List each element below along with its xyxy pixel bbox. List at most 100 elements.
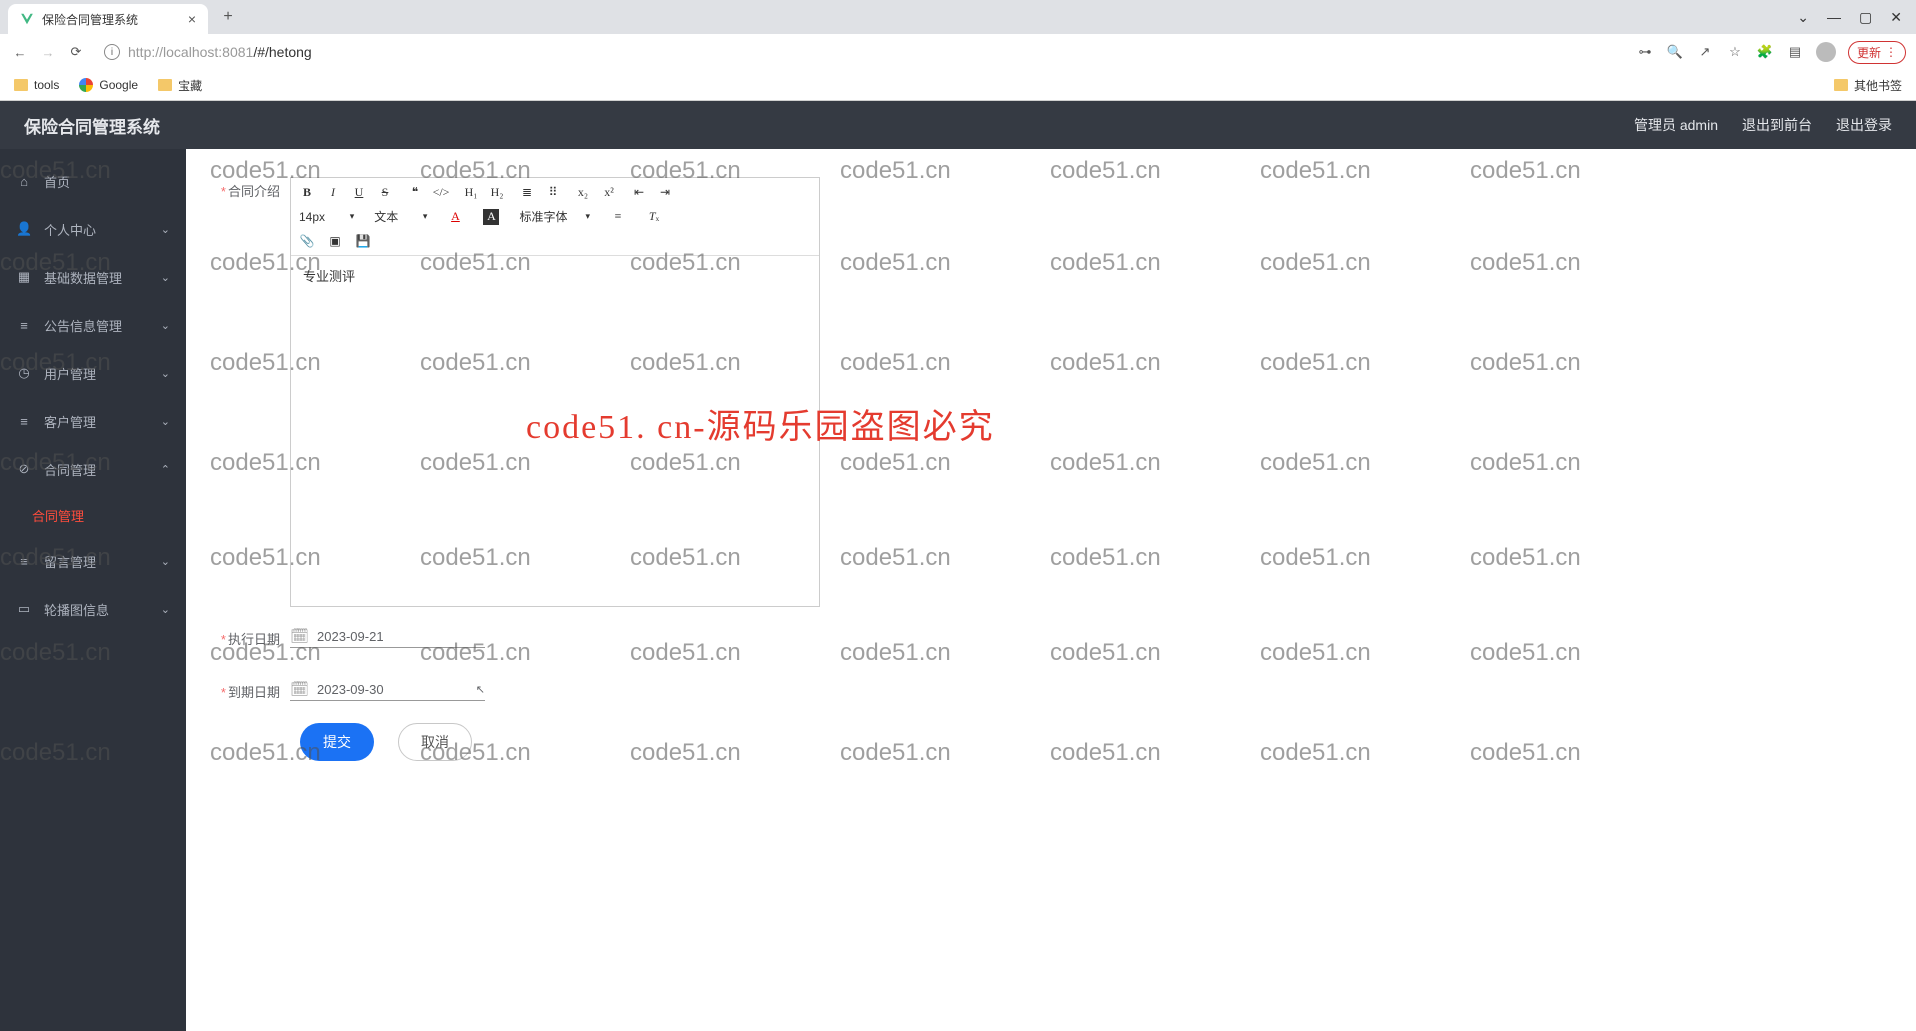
- due-date-input[interactable]: 🗓 2023-09-30 ↖: [290, 678, 485, 701]
- url-text: http://localhost:8081/#/hetong: [128, 44, 312, 60]
- italic-icon[interactable]: I: [325, 184, 341, 200]
- submit-button[interactable]: 提交: [300, 723, 374, 761]
- person-icon: 👤: [16, 221, 32, 237]
- star-icon[interactable]: ☆: [1726, 44, 1744, 60]
- close-tab-icon[interactable]: ×: [188, 11, 196, 27]
- cursor-icon: ↖: [476, 683, 485, 696]
- row-due-date: *到期日期 🗓 2023-09-30 ↖: [210, 678, 1892, 701]
- zoom-icon[interactable]: 🔍: [1666, 44, 1684, 60]
- sidebar-item-customers[interactable]: ≡客户管理⌄: [0, 397, 186, 445]
- editor-body[interactable]: 专业测评: [291, 256, 819, 606]
- image-insert-icon[interactable]: ▣: [327, 233, 343, 249]
- sidebar-item-users[interactable]: ◷用户管理⌄: [0, 349, 186, 397]
- sidebar-subitem-contract-mgmt[interactable]: 合同管理: [0, 493, 186, 537]
- indent-icon[interactable]: ⇥: [657, 184, 673, 200]
- folder-icon: [158, 79, 172, 91]
- exec-date-input[interactable]: 🗓 2023-09-21: [290, 625, 485, 648]
- database-icon: ▦: [16, 269, 32, 285]
- exec-date-value: 2023-09-21: [317, 629, 384, 644]
- tab-bar: 保险合同管理系统 × + ⌄ — ▢ ✕: [0, 0, 1916, 34]
- bookmark-bar: tools Google 宝藏 其他书签: [0, 70, 1916, 100]
- superscript-icon[interactable]: x²: [601, 184, 617, 200]
- logout-front-link[interactable]: 退出到前台: [1742, 115, 1812, 135]
- extensions-icon[interactable]: 🧩: [1756, 44, 1774, 60]
- folder-icon: [1834, 79, 1848, 91]
- chevron-down-icon: ⌄: [161, 603, 170, 616]
- list-icon: ≡: [16, 414, 32, 429]
- font-family-select[interactable]: 标准字体 ▾: [519, 208, 590, 225]
- sidebar-item-home[interactable]: ⌂首页: [0, 157, 186, 205]
- ordered-list-icon[interactable]: ≣: [519, 184, 535, 200]
- window-controls: ⌄ — ▢ ✕: [1783, 9, 1916, 26]
- bookmark-baozang[interactable]: 宝藏: [158, 77, 202, 94]
- app-title: 保险合同管理系统: [24, 113, 160, 138]
- outdent-icon[interactable]: ⇤: [631, 184, 647, 200]
- clear-format-icon[interactable]: Tₓ: [646, 209, 662, 225]
- chevron-down-icon: ⌄: [161, 223, 170, 236]
- text-type-select[interactable]: 文本 ▾: [374, 208, 427, 225]
- bookmark-google[interactable]: Google: [79, 78, 138, 92]
- rich-text-editor: B I U S ❝ </> H₁ H₂ ≣ ⠿: [290, 177, 820, 607]
- label-exec-date: *执行日期: [210, 625, 290, 648]
- subscript-icon[interactable]: x₂: [575, 184, 591, 200]
- font-color-icon[interactable]: A: [447, 209, 463, 225]
- align-icon[interactable]: ≡: [610, 209, 626, 225]
- bg-color-icon[interactable]: A: [483, 209, 499, 225]
- main-content: *合同介绍 B I U S ❝ </> H₁ H₂: [186, 149, 1916, 1031]
- attachment-icon[interactable]: 📎: [299, 233, 315, 249]
- back-icon[interactable]: ←: [10, 42, 30, 62]
- h2-icon[interactable]: H₂: [489, 184, 505, 200]
- profile-avatar-icon[interactable]: [1816, 42, 1836, 62]
- label-due-date: *到期日期: [210, 678, 290, 701]
- bold-icon[interactable]: B: [299, 184, 315, 200]
- sidebar-item-notice[interactable]: ≡公告信息管理⌄: [0, 301, 186, 349]
- bookmark-other[interactable]: 其他书签: [1834, 77, 1902, 94]
- save-icon[interactable]: 💾: [355, 233, 371, 249]
- panel-icon[interactable]: ▤: [1786, 44, 1804, 60]
- list-icon: ≡: [16, 318, 32, 333]
- calendar-icon: 🗓: [290, 627, 309, 645]
- chevron-down-icon: ⌄: [161, 271, 170, 284]
- browser-tab[interactable]: 保险合同管理系统 ×: [8, 4, 208, 34]
- font-size-select[interactable]: 14px ▾: [299, 210, 354, 224]
- row-exec-date: *执行日期 🗓 2023-09-21: [210, 625, 1892, 648]
- chevron-down-icon[interactable]: ⌄: [1797, 9, 1809, 26]
- update-button[interactable]: 更新⋮: [1848, 41, 1906, 64]
- home-icon: ⌂: [16, 174, 32, 189]
- key-icon[interactable]: ⊶: [1636, 44, 1654, 60]
- sidebar-item-personal[interactable]: 👤个人中心⌄: [0, 205, 186, 253]
- google-icon: [79, 78, 93, 92]
- url-bar[interactable]: i http://localhost:8081/#/hetong: [94, 38, 1628, 66]
- close-window-icon[interactable]: ✕: [1890, 9, 1902, 26]
- code-icon[interactable]: </>: [433, 184, 449, 200]
- logout-link[interactable]: 退出登录: [1836, 115, 1892, 135]
- chevron-down-icon: ⌄: [161, 415, 170, 428]
- bookmark-tools[interactable]: tools: [14, 78, 59, 92]
- quote-icon[interactable]: ❝: [407, 184, 423, 200]
- underline-icon[interactable]: U: [351, 184, 367, 200]
- folder-icon: [14, 79, 28, 91]
- chevron-down-icon: ⌄: [161, 319, 170, 332]
- strike-icon[interactable]: S: [377, 184, 393, 200]
- h1-icon[interactable]: H₁: [463, 184, 479, 200]
- due-date-value: 2023-09-30: [317, 682, 384, 697]
- site-info-icon[interactable]: i: [104, 44, 120, 60]
- current-user[interactable]: 管理员 admin: [1634, 115, 1718, 135]
- sidebar-item-basedata[interactable]: ▦基础数据管理⌄: [0, 253, 186, 301]
- unordered-list-icon[interactable]: ⠿: [545, 184, 561, 200]
- reload-icon[interactable]: ⟳: [66, 42, 86, 62]
- editor-toolbar: B I U S ❝ </> H₁ H₂ ≣ ⠿: [291, 178, 819, 256]
- minimize-icon[interactable]: —: [1827, 9, 1841, 26]
- sidebar-item-carousel[interactable]: ▭轮播图信息⌄: [0, 585, 186, 633]
- cancel-button[interactable]: 取消: [398, 723, 472, 761]
- clock-icon: ◷: [16, 365, 32, 381]
- sidebar-item-contracts[interactable]: ⊘合同管理⌃: [0, 445, 186, 493]
- share-icon[interactable]: ↗: [1696, 44, 1714, 60]
- nav-bar: ← → ⟳ i http://localhost:8081/#/hetong ⊶…: [0, 34, 1916, 70]
- sidebar-item-messages[interactable]: ≡留言管理⌄: [0, 537, 186, 585]
- calendar-icon: 🗓: [290, 680, 309, 698]
- browser-chrome: 保险合同管理系统 × + ⌄ — ▢ ✕ ← → ⟳ i http://loca…: [0, 0, 1916, 101]
- maximize-icon[interactable]: ▢: [1859, 9, 1872, 26]
- image-icon: ▭: [16, 601, 32, 617]
- new-tab-button[interactable]: +: [216, 5, 240, 29]
